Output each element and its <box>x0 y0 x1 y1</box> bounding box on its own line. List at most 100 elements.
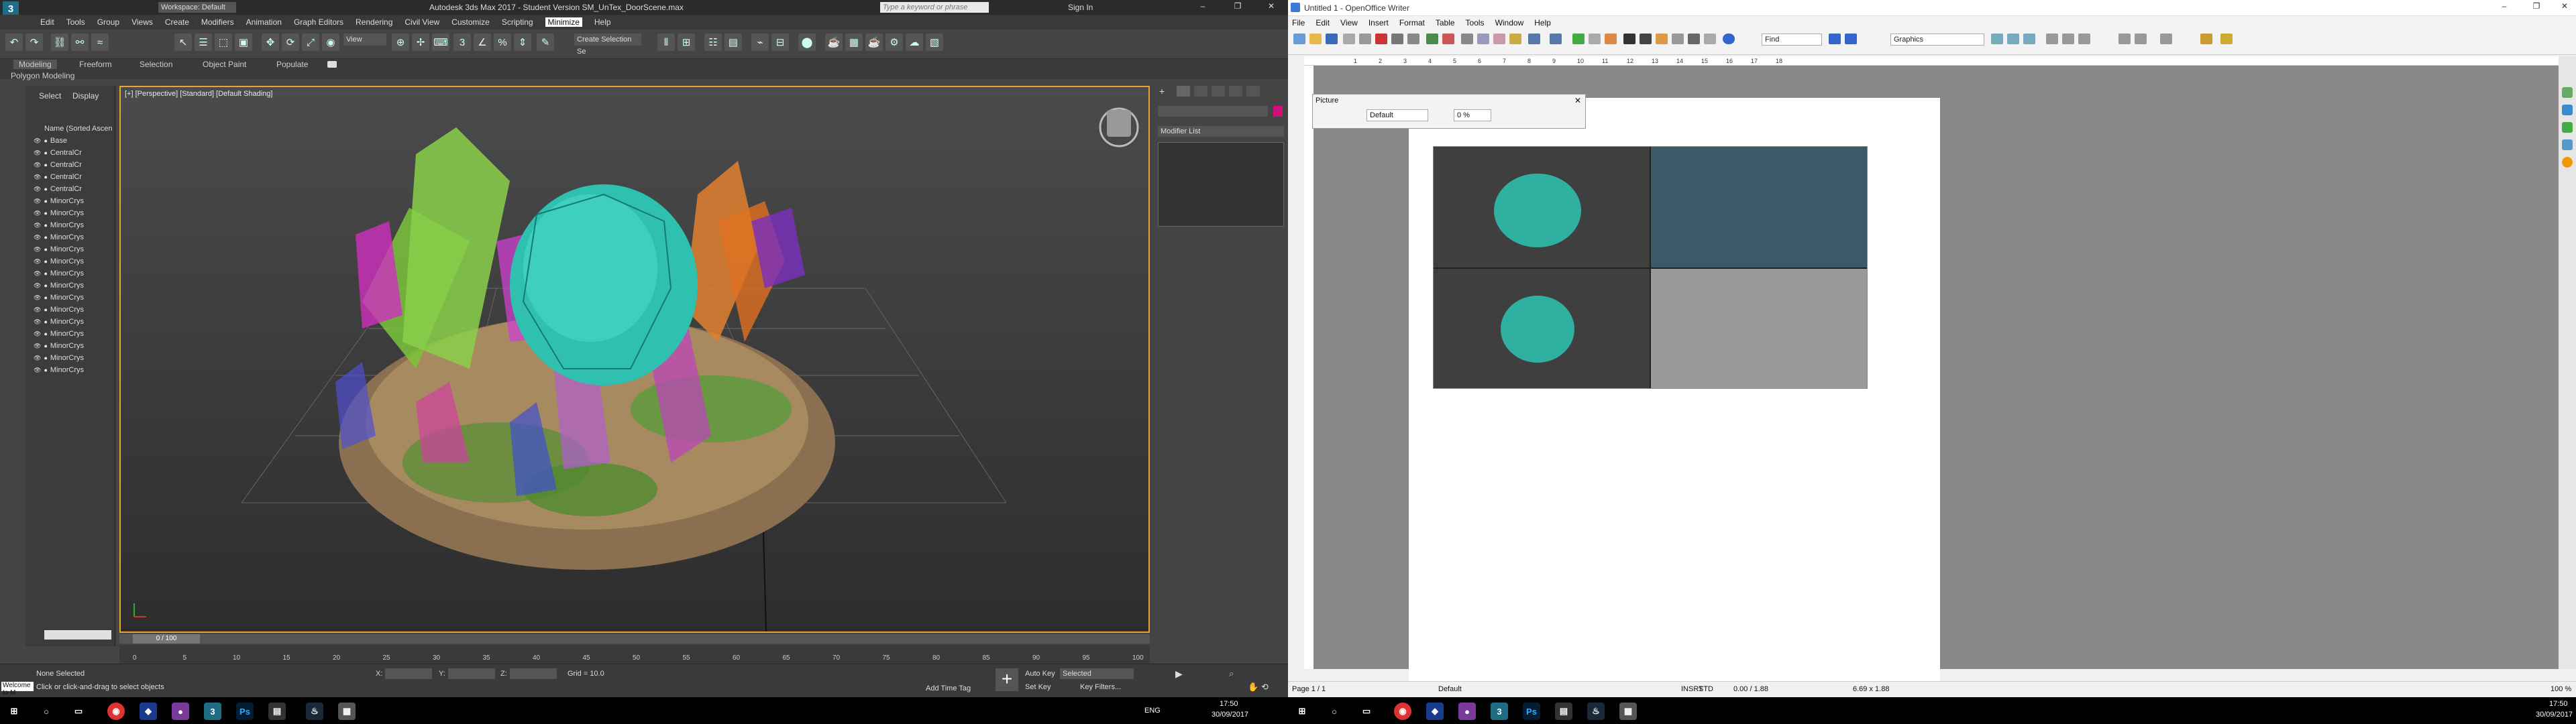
left-language[interactable]: ENG <box>1144 707 1161 715</box>
rotate-icon[interactable]: ⟳ <box>282 34 299 51</box>
right-steam-icon[interactable]: ♨ <box>1587 703 1605 720</box>
explorer-item[interactable]: 👁 ● MinorCrys <box>28 221 114 233</box>
find-previous-icon[interactable] <box>1829 34 1841 44</box>
left-clock-time[interactable]: 17:50 <box>1220 700 1238 708</box>
writer-menu-edit[interactable]: Edit <box>1316 18 1330 27</box>
maxscript-listener-field[interactable]: Welcome to M <box>1 682 34 697</box>
writer-menu-format[interactable]: Format <box>1399 18 1425 27</box>
writer-menu-table[interactable]: Table <box>1436 18 1455 27</box>
object-name-field[interactable] <box>1158 106 1268 117</box>
rectangular-selection-icon[interactable]: ⬚ <box>215 34 232 51</box>
right-clock-time[interactable]: 17:50 <box>2549 700 2568 708</box>
explorer-item[interactable]: 👁 ● MinorCrys <box>28 209 114 221</box>
mirror-icon[interactable]: ⫴ <box>657 34 675 51</box>
visibility-eye-icon[interactable]: 👁 <box>34 367 41 373</box>
menu-tools[interactable]: Tools <box>66 17 85 27</box>
menu-scripting[interactable]: Scripting <box>502 17 533 27</box>
tab-modeling[interactable]: Modeling <box>13 60 57 69</box>
modifier-stack[interactable] <box>1158 142 1284 227</box>
explorer-item[interactable]: 👁 ● MinorCrys <box>28 294 114 306</box>
print-preview-icon[interactable] <box>1407 34 1419 44</box>
writer-menu-insert[interactable]: Insert <box>1368 18 1389 27</box>
explorer-scrollbar[interactable] <box>44 630 111 640</box>
explorer-item[interactable]: 👁 ● MinorCrys <box>28 354 114 366</box>
help-icon[interactable] <box>1723 34 1735 44</box>
visibility-eye-icon[interactable]: 👁 <box>34 258 41 265</box>
navigator-icon[interactable] <box>1640 34 1652 44</box>
named-selection-combo[interactable]: Create Selection Se <box>574 34 641 56</box>
clone-formatting-icon[interactable] <box>1509 34 1521 44</box>
angle-snap-icon[interactable]: ∠ <box>474 34 491 51</box>
freeze-icon[interactable]: ● <box>44 246 47 253</box>
explorer-item[interactable]: 👁 ● MinorCrys <box>28 330 114 342</box>
right-3dsmax-icon[interactable]: 3 <box>1491 703 1508 720</box>
z-coord-field[interactable] <box>510 668 557 679</box>
visibility-eye-icon[interactable]: 👁 <box>34 162 41 168</box>
spinner-snap-icon[interactable]: ⇕ <box>514 34 531 51</box>
explorer-item[interactable]: 👁 ● MinorCrys <box>28 257 114 269</box>
zoom-icon[interactable] <box>1704 34 1716 44</box>
align-icon[interactable]: ⊞ <box>678 34 695 51</box>
visibility-eye-icon[interactable]: 👁 <box>34 282 41 289</box>
right-photoshop-icon[interactable]: Ps <box>1523 703 1540 720</box>
explorer-item[interactable]: 👁 ● CentralCr <box>28 161 114 173</box>
menu-rendering[interactable]: Rendering <box>356 17 392 27</box>
visibility-eye-icon[interactable]: 👁 <box>34 330 41 337</box>
transparency-field[interactable]: 0 % <box>1454 109 1491 121</box>
orbit-icon[interactable]: ⟲ <box>1261 682 1269 692</box>
anchor-icon[interactable] <box>2200 34 2212 44</box>
freeze-icon[interactable]: ● <box>44 270 47 277</box>
autospellcheck-icon[interactable] <box>1442 34 1454 44</box>
utilities-tab-icon[interactable] <box>1246 86 1260 97</box>
menu-animation[interactable]: Animation <box>246 17 282 27</box>
redo-icon[interactable]: ↷ <box>25 34 43 51</box>
sidebar-navigator-icon[interactable] <box>2562 139 2573 150</box>
a360-render-icon[interactable]: ☁ <box>906 34 923 51</box>
freeze-icon[interactable]: ● <box>44 137 47 144</box>
explorer-item[interactable]: 👁 ● MinorCrys <box>28 306 114 318</box>
tab-selection[interactable]: Selection <box>134 60 178 69</box>
time-slider-counter[interactable]: 0 / 100 <box>133 634 200 644</box>
freeze-icon[interactable]: ● <box>44 174 47 180</box>
render-setup-icon[interactable]: ☕ <box>825 34 843 51</box>
visibility-eye-icon[interactable]: 👁 <box>34 270 41 277</box>
email-icon[interactable] <box>1343 34 1355 44</box>
app-folder-icon[interactable]: ▤ <box>268 703 286 720</box>
freeze-icon[interactable]: ● <box>44 186 47 192</box>
visibility-eye-icon[interactable]: 👁 <box>34 294 41 301</box>
render-production-icon[interactable]: ☕ <box>865 34 883 51</box>
modify-tab-icon[interactable] <box>1177 86 1190 97</box>
hyperlink-icon[interactable] <box>1572 34 1585 44</box>
export-pdf-icon[interactable] <box>1375 34 1387 44</box>
menu-help[interactable]: Help <box>594 17 611 27</box>
explorer-item[interactable]: 👁 ● CentralCr <box>28 173 114 185</box>
align-right-icon[interactable] <box>2078 34 2090 44</box>
select-by-name-icon[interactable]: ☰ <box>195 34 212 51</box>
graphite-toolbar-icon[interactable]: ▤ <box>724 34 742 51</box>
right-app-folder-icon[interactable]: ▤ <box>1555 703 1572 720</box>
maximize-button[interactable]: ❐ <box>1228 1 1248 13</box>
explorer-item[interactable]: 👁 ● CentralCr <box>28 185 114 197</box>
copy-icon[interactable] <box>1477 34 1489 44</box>
freeze-icon[interactable]: ● <box>44 162 47 168</box>
edit-named-selection-icon[interactable]: ✎ <box>537 34 554 51</box>
freeze-icon[interactable]: ● <box>44 318 47 325</box>
explorer-item[interactable]: 👁 ● MinorCrys <box>28 233 114 245</box>
material-editor-icon[interactable]: ⬤ <box>798 34 816 51</box>
bring-to-front-icon[interactable] <box>2220 34 2233 44</box>
rendered-frame-window-icon[interactable]: ▦ <box>845 34 863 51</box>
paragraph-style-combo[interactable]: Graphics <box>1890 34 1984 46</box>
render-iterative-icon[interactable]: ⚙ <box>885 34 903 51</box>
max-search-input[interactable]: Type a keyword or phrase <box>880 2 989 13</box>
graphics-mode-combo[interactable]: Default <box>1366 109 1428 121</box>
freeze-icon[interactable]: ● <box>44 234 47 241</box>
freeze-icon[interactable]: ● <box>44 355 47 361</box>
writer-close-button[interactable]: ✕ <box>2555 1 2575 15</box>
x-coord-field[interactable] <box>385 668 432 679</box>
pivot-icon[interactable]: ⊕ <box>392 34 409 51</box>
cut-icon[interactable] <box>1461 34 1473 44</box>
ribbon-polygon-modeling[interactable]: Polygon Modeling <box>11 71 74 80</box>
sidebar-properties-icon[interactable] <box>2562 87 2573 98</box>
freeze-icon[interactable]: ● <box>44 198 47 204</box>
auto-key-button[interactable]: Auto Key <box>1025 670 1055 678</box>
